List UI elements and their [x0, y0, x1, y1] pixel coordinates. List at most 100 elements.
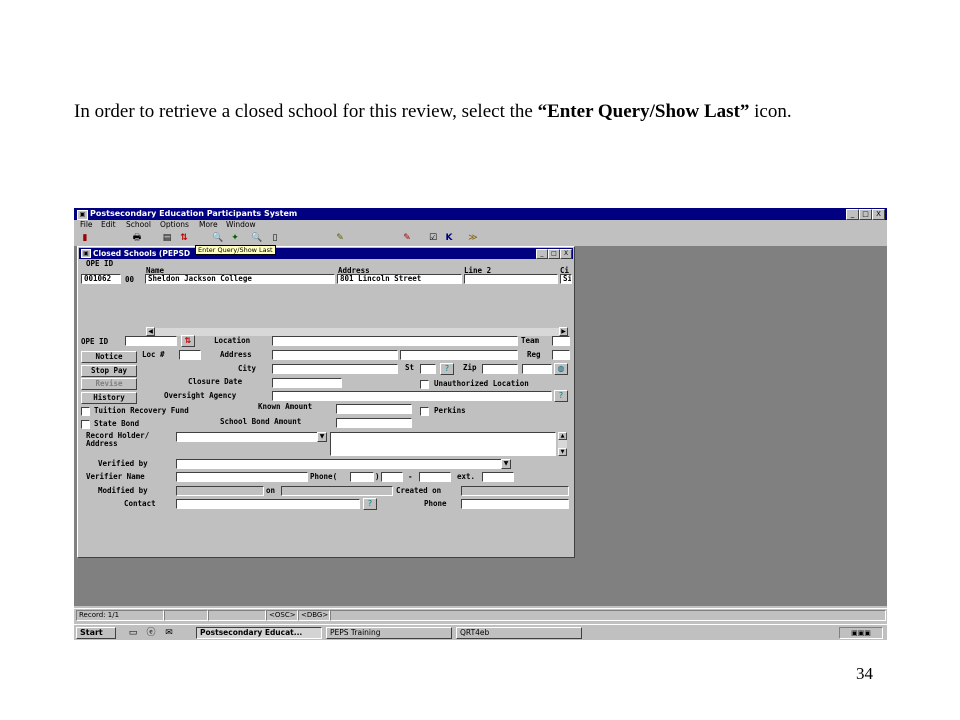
execute-query-icon[interactable]: ✦ — [228, 232, 242, 244]
verifier-name-input[interactable] — [176, 472, 308, 482]
loc-input[interactable] — [179, 350, 201, 360]
cancel-query-icon[interactable]: 🔍 — [250, 232, 264, 244]
address-line2-input[interactable] — [400, 350, 518, 360]
contact-phone-input[interactable] — [461, 499, 569, 509]
minimize-button[interactable]: _ — [846, 209, 859, 220]
address-input[interactable] — [272, 350, 398, 360]
label-known-amount: Known Amount — [258, 402, 313, 411]
label-created-on: Created on — [396, 486, 442, 495]
record-address[interactable]: 801 Lincoln Street — [337, 274, 462, 284]
record-line2[interactable] — [464, 274, 558, 284]
dropdown-arrow-icon[interactable]: ▼ — [317, 432, 327, 442]
scroll-up-icon[interactable]: ▲ — [558, 432, 567, 440]
tuition-recovery-fund-checkbox[interactable] — [81, 407, 90, 416]
label-loc: Loc # — [142, 350, 165, 359]
tooltip: Enter Query/Show Last — [195, 245, 276, 255]
state-bond-checkbox[interactable] — [81, 420, 90, 429]
record-holder-address-textarea[interactable] — [330, 432, 556, 456]
outlook-icon[interactable]: ✉ — [162, 627, 176, 639]
contact-input[interactable] — [176, 499, 360, 509]
known-amount-input[interactable] — [336, 404, 412, 414]
previous-icon[interactable]: K — [442, 232, 456, 244]
zip-input[interactable] — [482, 364, 518, 374]
unauthorized-location-checkbox[interactable] — [420, 380, 429, 389]
task-peps-app[interactable]: Postsecondary Educat... — [196, 627, 322, 639]
location-input[interactable] — [272, 336, 518, 346]
label-school-bond-amount: School Bond Amount — [220, 417, 302, 426]
instruction-caption: In order to retrieve a closed school for… — [74, 98, 894, 125]
scroll-down-icon[interactable]: ▼ — [558, 448, 567, 456]
task-peps-training[interactable]: PEPS Training — [326, 627, 452, 639]
next-icon[interactable]: ≫ — [466, 232, 480, 244]
zip-ext-input[interactable] — [522, 364, 552, 374]
child-minimize-button[interactable]: _ — [536, 249, 548, 259]
label-verified-by: Verified by — [98, 459, 148, 468]
address-vertical-scrollbar[interactable]: ▲ ▼ — [558, 432, 567, 456]
edit-icon[interactable]: ✎ — [400, 232, 414, 244]
state-input[interactable] — [420, 364, 436, 374]
verified-by-dropdown[interactable] — [176, 459, 502, 469]
stop-pay-button[interactable]: Stop Pay — [81, 365, 137, 377]
browser-icon[interactable]: ⓔ — [144, 627, 158, 639]
child-close-button[interactable]: X — [560, 249, 572, 259]
status-osc: <OSC> — [266, 610, 298, 621]
count-query-icon[interactable]: ▯ — [268, 232, 282, 244]
start-button[interactable]: Start — [76, 627, 116, 639]
pencil-icon[interactable]: ✎ — [333, 232, 347, 244]
sort-arrows-icon[interactable]: ⇅ — [177, 232, 191, 244]
tray-icons: ▣▣▣ — [851, 629, 871, 637]
help-lookup-icon[interactable]: ? — [440, 363, 454, 375]
label-verifier-name: Verifier Name — [86, 472, 145, 481]
desktop-icon[interactable]: ▭ — [126, 627, 140, 639]
closure-date-input[interactable] — [272, 378, 342, 388]
history-button[interactable]: History — [81, 392, 137, 404]
menu-school[interactable]: School — [126, 220, 151, 230]
label-city: City — [238, 364, 257, 373]
phone-area-code-input[interactable] — [350, 472, 374, 482]
menu-window[interactable]: Window — [226, 220, 256, 230]
enter-query-show-last-icon[interactable]: 🔍 — [211, 232, 225, 244]
menu-more[interactable]: More — [199, 220, 218, 230]
checkbox-edit-icon[interactable]: ☑ — [426, 232, 440, 244]
phone-prefix-input[interactable] — [381, 472, 403, 482]
team-input[interactable] — [552, 336, 570, 346]
school-bond-amount-input[interactable] — [336, 418, 412, 428]
help-lookup-icon[interactable]: ? — [554, 390, 568, 402]
perkins-checkbox[interactable] — [420, 407, 429, 416]
record-ope-suffix: 00 — [125, 275, 135, 284]
label-team: Team — [521, 336, 540, 345]
phone-ext-input[interactable] — [482, 472, 514, 482]
close-button[interactable]: X — [872, 209, 885, 220]
scroll-right-icon[interactable]: ▶ — [559, 327, 568, 336]
child-maximize-button[interactable]: □ — [548, 249, 560, 259]
exit-icon[interactable]: ▮ — [78, 232, 92, 244]
horizontal-scrollbar[interactable]: ◀ ▶ — [146, 327, 568, 336]
notice-button[interactable]: Notice — [81, 351, 137, 363]
print-icon[interactable]: 🖶 — [130, 232, 144, 244]
task-qrt4eb[interactable]: QRT4eb — [456, 627, 582, 639]
reg-input[interactable] — [552, 350, 570, 360]
record-ci[interactable]: Si — [560, 274, 572, 284]
screen-icon[interactable]: ▤ — [160, 232, 174, 244]
sort-arrows-icon[interactable]: ⇅ — [181, 335, 195, 347]
city-input[interactable] — [272, 364, 398, 374]
record-ope-id[interactable]: 001062 — [81, 274, 121, 284]
help-lookup-icon[interactable]: ? — [363, 498, 377, 510]
record-name[interactable]: Sheldon Jackson College — [145, 274, 335, 284]
oversight-agency-input[interactable] — [272, 391, 552, 401]
menu-file[interactable]: File — [80, 220, 93, 230]
maximize-button[interactable]: □ — [859, 209, 872, 220]
phone-number-input[interactable] — [419, 472, 451, 482]
menu-edit[interactable]: Edit — [101, 220, 116, 230]
record-holder-dropdown[interactable] — [176, 432, 318, 442]
globe-icon[interactable]: ◍ — [554, 363, 568, 375]
status-message — [330, 610, 886, 621]
menu-options[interactable]: Options — [160, 220, 189, 230]
revise-button[interactable]: Revise — [81, 378, 137, 390]
label-record-holder-address: Address — [86, 439, 118, 448]
ope-id-input[interactable] — [125, 336, 177, 346]
scroll-left-icon[interactable]: ◀ — [146, 327, 155, 336]
dropdown-arrow-icon[interactable]: ▼ — [501, 459, 511, 469]
label-closure-date: Closure Date — [188, 377, 243, 386]
label-unauthorized-location: Unauthorized Location — [434, 379, 529, 388]
